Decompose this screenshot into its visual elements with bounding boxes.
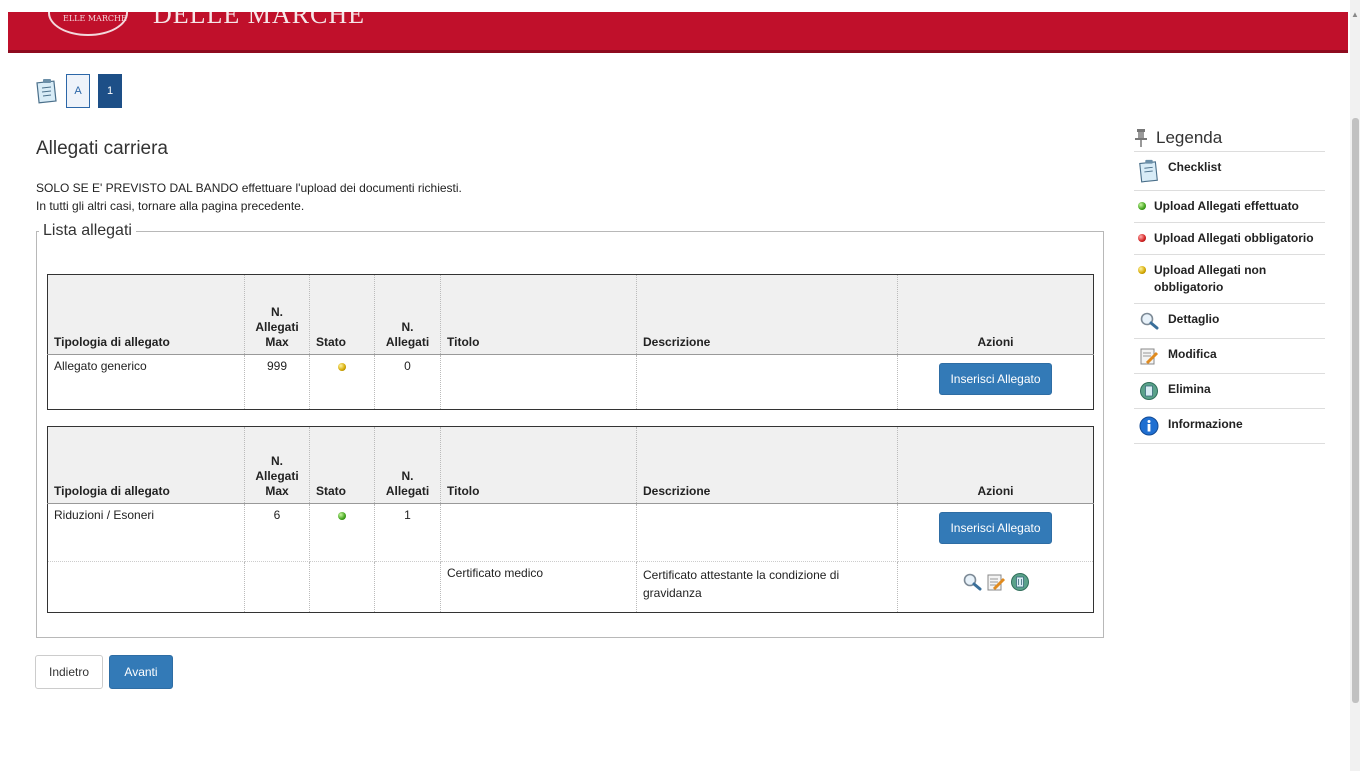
- scrollbar-thumb[interactable]: [1352, 118, 1359, 703]
- col-max: N. Allegati Max: [244, 274, 310, 355]
- legend-item-upload-done: Upload Allegati effettuato: [1134, 191, 1325, 223]
- back-button[interactable]: Indietro: [35, 655, 103, 689]
- yellow-dot-icon: [1138, 266, 1146, 274]
- yellow-dot-icon: [338, 363, 346, 371]
- step-1-active[interactable]: 1: [98, 74, 122, 108]
- cell-azioni: Inserisci Allegato: [897, 354, 1094, 410]
- cell-empty: [374, 561, 441, 613]
- cell-attachment-titolo: Certificato medico: [440, 561, 637, 613]
- legend-label: Modifica: [1168, 347, 1217, 361]
- cell-empty: [309, 561, 375, 613]
- cell-tipologia: Riduzioni / Esoneri: [47, 503, 245, 562]
- col-stato: Stato: [309, 274, 375, 355]
- legend-item-modifica: Modifica: [1134, 339, 1325, 374]
- info-icon: [1139, 416, 1159, 436]
- attachments-table-2: Tipologia di allegato N. Allegati Max Stat…: [47, 426, 1094, 613]
- cell-descrizione: [636, 354, 898, 410]
- trash-icon: [1140, 382, 1158, 400]
- legend-item-upload-optional: Upload Allegati non obbligatorio: [1134, 255, 1325, 304]
- site-header: ELLE MARCHE DELLE MARCHE: [8, 12, 1348, 53]
- col-azioni: Azioni: [897, 426, 1094, 504]
- col-tipologia: Tipologia di allegato: [47, 426, 245, 504]
- table-row: Riduzioni / Esoneri 6 1 Inserisci Allega…: [47, 503, 1094, 562]
- legend-label: Informazione: [1168, 417, 1243, 431]
- trash-icon[interactable]: [1010, 572, 1030, 592]
- intro-rest: effettuare l'upload dei documenti richie…: [238, 181, 462, 195]
- attachments-table-1: Tipologia di allegato N. Allegati Max Stat…: [47, 274, 1094, 410]
- step-navigator: A 1: [36, 73, 122, 109]
- checklist-icon: [1139, 159, 1158, 183]
- legend-item-dettaglio: Dettaglio: [1134, 304, 1325, 339]
- legend-label: Upload Allegati non obbligatorio: [1154, 263, 1267, 294]
- cell-attachment-actions: [897, 561, 1094, 613]
- col-n-allegati: N. Allegati: [374, 426, 441, 504]
- legend-panel: Legenda Checklist Upload Allegati effett…: [1134, 125, 1325, 444]
- legend-item-upload-required: Upload Allegati obbligatorio: [1134, 223, 1325, 255]
- legend-label: Upload Allegati obbligatorio: [1154, 231, 1314, 245]
- edit-icon[interactable]: [986, 572, 1006, 592]
- cell-empty: [244, 561, 310, 613]
- col-titolo: Titolo: [440, 426, 637, 504]
- brand-name: DELLE MARCHE: [153, 12, 366, 29]
- next-button[interactable]: Avanti: [109, 655, 173, 689]
- cell-azioni: Inserisci Allegato: [897, 503, 1094, 562]
- legend-label: Upload Allegati effettuato: [1154, 199, 1299, 213]
- legend-title: Legenda: [1156, 128, 1223, 147]
- insert-attachment-button[interactable]: Inserisci Allegato: [939, 363, 1052, 395]
- legend-title-row: Legenda: [1134, 125, 1325, 151]
- attachment-row: Certificato medico Certificato attestant…: [47, 561, 1094, 613]
- page-title: Allegati carriera: [36, 138, 168, 159]
- cell-attachment-descrizione: Certificato attestante la condizione di …: [636, 561, 898, 613]
- col-n-allegati: N. Allegati: [374, 274, 441, 355]
- legend-list: Checklist Upload Allegati effettuato Upl…: [1134, 151, 1325, 444]
- col-descrizione: Descrizione: [636, 426, 898, 504]
- legend-label: Checklist: [1168, 160, 1222, 174]
- intro-text: SOLO SE E' PREVISTO DAL BANDO effettuare…: [36, 179, 462, 215]
- cell-max: 6: [244, 503, 310, 562]
- cell-tipologia: Allegato generico: [47, 354, 245, 410]
- cell-stato: [309, 503, 375, 562]
- legend-label: Dettaglio: [1168, 312, 1220, 326]
- seal-text: ELLE MARCHE: [63, 14, 127, 23]
- cell-n-allegati: 0: [374, 354, 441, 410]
- legend-item-elimina: Elimina: [1134, 374, 1325, 409]
- cell-empty: [47, 561, 245, 613]
- table-row: Allegato generico 999 0 Inserisci Allega…: [47, 354, 1094, 410]
- intro-line2: In tutti gli altri casi, tornare alla pa…: [36, 199, 305, 213]
- intro-bold: SOLO SE E' PREVISTO DAL BANDO: [36, 181, 239, 195]
- green-dot-icon: [338, 512, 346, 520]
- checklist-icon: [36, 79, 57, 104]
- col-tipologia: Tipologia di allegato: [47, 274, 245, 355]
- scroll-up-arrow-icon[interactable]: ▲: [1350, 10, 1360, 20]
- cell-descrizione: [636, 503, 898, 562]
- green-dot-icon: [1138, 202, 1146, 210]
- col-descrizione: Descrizione: [636, 274, 898, 355]
- col-stato: Stato: [309, 426, 375, 504]
- cell-titolo: [440, 354, 637, 410]
- col-azioni: Azioni: [897, 274, 1094, 355]
- col-titolo: Titolo: [440, 274, 637, 355]
- insert-attachment-button[interactable]: Inserisci Allegato: [939, 512, 1052, 544]
- col-max: N. Allegati Max: [244, 426, 310, 504]
- pin-icon: [1135, 129, 1147, 147]
- top-strip: [0, 0, 1360, 12]
- legend-label: Elimina: [1168, 382, 1211, 396]
- cell-n-allegati: 1: [374, 503, 441, 562]
- cell-titolo: [440, 503, 637, 562]
- legend-item-informazione: Informazione: [1134, 409, 1325, 444]
- cell-stato: [309, 354, 375, 410]
- red-dot-icon: [1138, 234, 1146, 242]
- fieldset-legend: Lista allegati: [43, 222, 132, 239]
- legend-item-checklist: Checklist: [1134, 152, 1325, 191]
- edit-icon: [1140, 348, 1159, 365]
- magnifier-icon: [1140, 312, 1159, 330]
- step-a[interactable]: A: [66, 74, 90, 108]
- cell-max: 999: [244, 354, 310, 410]
- magnifier-icon[interactable]: [962, 572, 982, 592]
